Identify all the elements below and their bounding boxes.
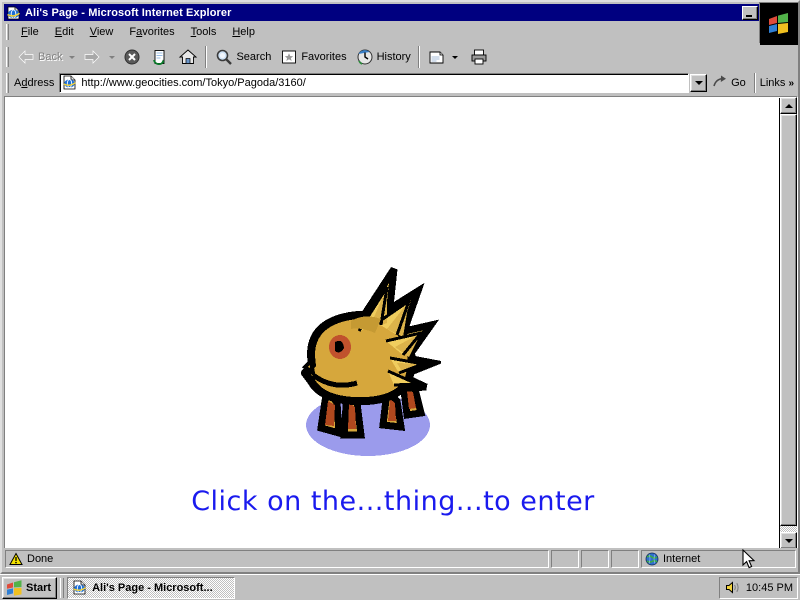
forward-button[interactable] [78,45,106,69]
scroll-up-button[interactable] [780,97,797,114]
menu-bar: File Edit View Favorites Tools Help [4,21,798,43]
status-panel-3 [581,550,609,568]
mail-dropdown-arrow[interactable] [451,55,458,59]
minimize-button[interactable] [742,5,758,20]
menu-item-tools[interactable]: Tools [183,24,225,40]
favorites-button[interactable]: Favorites [275,45,350,69]
vertical-scrollbar[interactable] [780,97,797,549]
favorites-star-icon [279,47,299,67]
address-grip[interactable] [6,73,9,93]
start-label: Start [26,581,52,594]
menu-grip[interactable] [6,24,9,40]
history-label: History [376,51,411,63]
address-bar: Address http://www.geocities.com/Tokyo/P… [4,71,798,95]
scrollbar-trough[interactable] [780,114,797,532]
menu-item-favorites[interactable]: Favorites [121,24,182,40]
links-button[interactable]: Links » [758,77,798,89]
go-button[interactable]: Go [709,72,752,94]
home-button[interactable] [174,45,202,69]
double-chevron-icon: » [788,78,794,89]
stop-icon [122,47,142,67]
address-label: Address [14,77,55,89]
go-label: Go [731,77,746,89]
web-page-document: Click on the...thing...to enter [6,98,780,548]
address-input[interactable]: http://www.geocities.com/Tokyo/Pagoda/31… [59,73,690,93]
go-arrow-icon [711,74,729,92]
status-panel-4 [611,550,639,568]
menu-item-view[interactable]: View [82,24,122,40]
content-frame: Click on the...thing...to enter [4,96,798,550]
refresh-icon [150,47,170,67]
scroll-down-arrow-icon [784,538,793,543]
toolbar-separator-1 [205,46,208,68]
warning-triangle-icon [9,552,23,566]
taskbar-item-ie[interactable]: Ali's Page - Microsoft... [67,576,236,599]
menu-item-help[interactable]: Help [224,24,263,40]
home-icon [178,47,198,67]
scroll-down-button[interactable] [780,532,797,549]
tray-clock[interactable]: 10:45 PM [746,582,793,594]
title-bar[interactable]: Ali's Page - Microsoft Internet Explorer [4,4,798,21]
menu-item-edit[interactable]: Edit [47,24,82,40]
arrow-left-icon [16,47,36,67]
links-separator [753,73,756,93]
arrow-right-icon [82,47,102,67]
search-button[interactable]: Search [210,45,275,69]
search-icon [214,47,234,67]
back-dropdown-arrow[interactable] [69,55,76,59]
ie-page-icon [62,75,78,91]
scrollbar-thumb[interactable] [780,114,797,526]
toolbar-grip[interactable] [6,47,9,67]
status-bar: Done Internet [4,548,798,570]
chevron-down-icon [694,81,703,85]
refresh-button[interactable] [146,45,174,69]
speaker-icon[interactable] [725,580,741,595]
menu-item-file[interactable]: File [13,24,47,40]
ie-page-icon [6,6,22,20]
forward-dropdown-arrow[interactable] [109,55,116,59]
taskbar-grip[interactable] [60,577,65,598]
browser-window: Ali's Page - Microsoft Internet Explorer [0,0,800,574]
toolbar-separator-2 [417,46,420,68]
back-label: Back [38,51,63,63]
print-icon [469,47,489,67]
security-zone-text: Internet [663,553,701,565]
status-text: Done [27,553,54,565]
address-url-text: http://www.geocities.com/Tokyo/Pagoda/31… [81,77,306,89]
mail-icon [427,47,447,67]
window-title: Ali's Page - Microsoft Internet Explorer [25,6,232,19]
mail-button[interactable] [423,45,465,69]
windows-flag-icon [6,579,23,596]
back-button[interactable]: Back [12,45,66,69]
internet-globe-icon [645,552,659,566]
print-button[interactable] [465,45,493,69]
desktop: Ali's Page - Microsoft Internet Explorer [0,0,800,600]
start-button[interactable]: Start [2,576,58,599]
main-toolbar: Back Search Favorites History [4,43,760,71]
scroll-up-arrow-icon [784,103,793,108]
address-dropdown-button[interactable] [690,74,708,92]
system-tray: 10:45 PM [718,576,798,599]
status-panel-2 [551,550,579,568]
stop-button[interactable] [118,45,146,69]
history-button[interactable]: History [351,45,415,69]
spiky-creature-image[interactable] [291,263,446,468]
security-zone-panel[interactable]: Internet [641,550,796,568]
taskbar-item-label: Ali's Page - Microsoft... [92,581,213,594]
links-label: Links [759,77,786,89]
favorites-label: Favorites [301,51,347,63]
taskbar: Start Ali's Page - Microsoft... 10:45 PM [0,574,800,600]
search-label: Search [236,51,272,63]
history-clock-icon [355,47,375,67]
enter-link-text[interactable]: Click on the...thing...to enter [6,486,779,517]
ie-page-icon [72,580,88,595]
status-message-panel: Done [5,550,549,568]
windows-flag-logo [759,2,798,45]
